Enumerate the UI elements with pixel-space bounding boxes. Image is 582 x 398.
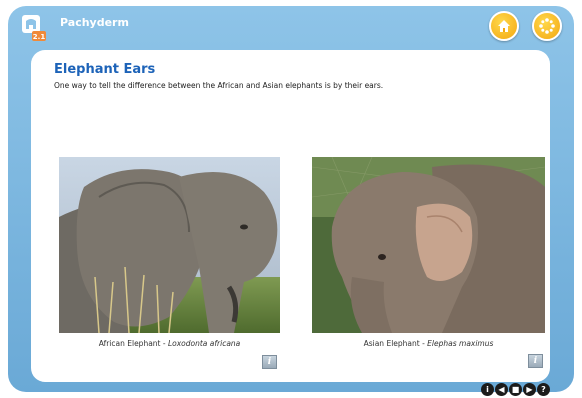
info-circle-icon[interactable]: i	[481, 383, 494, 396]
asian-elephant-caption: Asian Elephant - Elephas maximus	[312, 339, 545, 348]
forward-circle-icon[interactable]: ▶	[523, 383, 536, 396]
stop-circle-icon[interactable]: ■	[509, 383, 522, 396]
caption-common-name: African Elephant -	[98, 339, 168, 348]
help-circle-icon[interactable]: ?	[537, 383, 550, 396]
home-icon	[498, 20, 510, 32]
caption-scientific-name: Elephas maximus	[427, 339, 494, 348]
svg-text:2.1: 2.1	[33, 33, 46, 41]
african-elephant-photo	[59, 157, 280, 333]
app-title: Pachyderm	[60, 16, 129, 29]
african-elephant-info-button[interactable]: i	[262, 355, 277, 369]
lesson-title: Elephant Ears	[54, 62, 156, 77]
menu-button[interactable]	[532, 11, 562, 41]
asian-elephant-photo	[312, 157, 545, 333]
caption-common-name: Asian Elephant -	[363, 339, 428, 348]
menu-dots-icon	[539, 18, 555, 34]
footer-controls: i ◀ ■ ▶ ?	[481, 383, 550, 396]
home-button[interactable]	[489, 11, 519, 41]
pachyderm-logo-icon: 2.1	[22, 15, 46, 41]
caption-scientific-name: Loxodonta africana	[167, 339, 241, 348]
lesson-intro: One way to tell the difference between t…	[54, 81, 384, 90]
asian-elephant-info-button[interactable]: i	[528, 354, 543, 368]
back-circle-icon[interactable]: ◀	[495, 383, 508, 396]
african-elephant-caption: African Elephant - Loxodonta africana	[59, 339, 280, 348]
